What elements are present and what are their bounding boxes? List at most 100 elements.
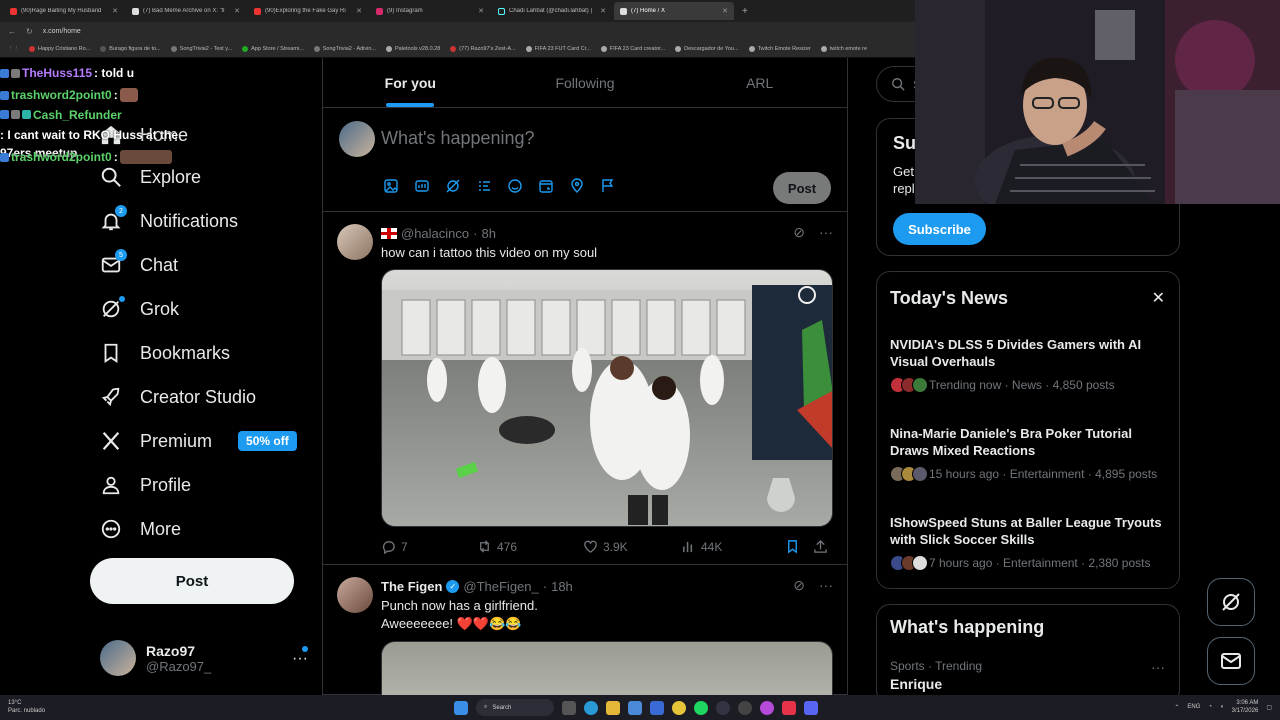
news-item[interactable]: NVIDIA's DLSS 5 Divides Gamers with AI V…	[890, 336, 1170, 393]
avatar[interactable]	[337, 224, 373, 260]
bookmark-item[interactable]: Twitch Emote Resizer	[748, 45, 811, 52]
grok-fab[interactable]	[1207, 578, 1255, 626]
back-icon[interactable]: ←	[8, 27, 16, 36]
obs-icon[interactable]	[738, 700, 752, 715]
taskbar-search[interactable]: ⌕ Search	[476, 699, 554, 716]
music-icon[interactable]	[782, 700, 796, 715]
reload-icon[interactable]: ↻	[26, 27, 33, 36]
more-horizontal-icon[interactable]: ···	[1151, 659, 1165, 675]
gif-icon[interactable]	[414, 178, 430, 194]
tweet-handle[interactable]: @TheFigen_	[463, 579, 538, 594]
chrome-icon[interactable]	[672, 700, 686, 715]
weather-widget[interactable]: 13°C Parc. nublado	[8, 699, 45, 715]
url-field[interactable]: x.com/home	[43, 28, 81, 35]
reply-button[interactable]: 7	[381, 539, 477, 554]
tweet-time[interactable]: 8h	[481, 226, 495, 241]
edge-icon[interactable]	[584, 700, 598, 715]
bookmark-item[interactable]: twitch emote re	[820, 45, 867, 52]
browser-tab[interactable]: (90)Rage Baiting My Husband ✕	[4, 2, 124, 20]
repost-button[interactable]: 476	[477, 539, 583, 554]
nav-grok[interactable]: Grok	[100, 294, 179, 324]
more-horizontal-icon[interactable]: ···	[819, 577, 833, 594]
bookmark-item[interactable]: FIFA 23 Card creator...	[600, 45, 665, 52]
compose-post-button[interactable]: Post	[773, 172, 831, 204]
flag-icon[interactable]	[600, 178, 616, 194]
grok-icon[interactable]	[445, 178, 461, 194]
bookmark-item[interactable]: Descargador de You...	[675, 45, 739, 52]
messages-fab[interactable]	[1207, 637, 1255, 685]
tab-following[interactable]: Following	[498, 58, 673, 107]
browser-tab[interactable]: (9) Instagram ✕	[370, 2, 490, 20]
windows-start-icon[interactable]	[454, 700, 468, 715]
bookmark-item[interactable]: App Store / Streami...	[242, 45, 304, 52]
steam-icon[interactable]	[716, 700, 730, 715]
file-explorer-icon[interactable]	[606, 700, 620, 715]
spotify-icon[interactable]	[694, 700, 708, 715]
store-icon[interactable]	[650, 700, 664, 715]
bookmark-item[interactable]: SongTrivia2 - Adivin...	[313, 45, 376, 52]
nav-notifications[interactable]: 2 Notifications	[100, 205, 238, 236]
nav-more[interactable]: More	[100, 514, 181, 544]
image-icon[interactable]	[383, 178, 399, 194]
grok-icon[interactable]: ⊘	[793, 577, 805, 594]
discord-icon[interactable]	[804, 700, 818, 715]
bookmark-button[interactable]	[785, 539, 813, 554]
language-indicator[interactable]: ENG	[1187, 704, 1200, 710]
grok-icon[interactable]: ⊘	[793, 224, 805, 241]
bookmark-item[interactable]: FIFA 23 FUT Card Cr...	[525, 45, 591, 52]
poll-icon[interactable]	[476, 178, 492, 194]
news-item[interactable]: IShowSpeed Stuns at Baller League Tryout…	[890, 514, 1170, 571]
bookmark-item[interactable]: (77) Razo97's Zest-A...	[450, 45, 516, 52]
account-switcher[interactable]: Razo97 @Razo97_ ···	[100, 638, 310, 678]
close-icon[interactable]: ✕	[722, 7, 728, 15]
clock[interactable]: 3:06 AM 3/17/2026	[1232, 699, 1259, 715]
tweet-video[interactable]	[381, 269, 833, 527]
tweet[interactable]: The Figen ✓ @TheFigen_ · 18h ⊘ ··· Punch…	[323, 565, 847, 701]
close-icon[interactable]: ✕	[356, 7, 362, 15]
nav-bookmarks[interactable]: Bookmarks	[100, 338, 230, 368]
apps-icon[interactable]: ⋮⋮	[8, 46, 19, 52]
share-button[interactable]	[813, 539, 833, 554]
browser-tab[interactable]: Chadi Lahbat (@chadi.lahbat) | ✕	[492, 2, 612, 20]
tweet-image[interactable]	[381, 641, 833, 701]
close-icon[interactable]: ✕	[600, 7, 606, 15]
bookmark-item[interactable]: Happy Cristiano Ro...	[29, 45, 90, 52]
nav-chat[interactable]: 5 Chat	[100, 249, 178, 280]
photos-icon[interactable]	[628, 700, 642, 715]
trend-name[interactable]: Enrique	[890, 676, 942, 692]
location-icon[interactable]	[569, 178, 585, 194]
bookmark-item[interactable]: Paletools v28.0.28	[386, 45, 440, 52]
browser-tab-active[interactable]: (7) Home / X ✕	[614, 2, 734, 20]
notifications-icon[interactable]: ▢	[1266, 704, 1272, 711]
task-view-icon[interactable]	[562, 700, 576, 715]
avatar[interactable]	[337, 577, 373, 613]
schedule-icon[interactable]	[538, 178, 554, 194]
tab-arl[interactable]: ARL	[672, 58, 847, 107]
news-item[interactable]: Nina-Marie Daniele's Bra Poker Tutorial …	[890, 425, 1170, 482]
tweet[interactable]: @halacinco · 8h ⊘ ··· how can i tattoo t…	[323, 212, 847, 565]
emoji-icon[interactable]	[507, 178, 523, 194]
browser-tab[interactable]: (7) Bad Meme Archive on X: "ll ✕	[126, 2, 246, 20]
messenger-icon[interactable]	[760, 700, 774, 715]
subscribe-button[interactable]: Subscribe	[893, 213, 986, 245]
nav-premium[interactable]: Premium 50% off	[100, 426, 297, 456]
close-icon[interactable]: ✕	[1152, 288, 1165, 308]
chevron-up-icon[interactable]: ⌃	[1174, 704, 1179, 711]
tweet-handle[interactable]: @halacinco	[401, 226, 469, 241]
new-tab-button[interactable]: +	[736, 6, 754, 17]
close-icon[interactable]: ✕	[234, 7, 240, 15]
close-icon[interactable]: ✕	[112, 7, 118, 15]
more-horizontal-icon[interactable]: ···	[819, 224, 833, 241]
tweet-author-name[interactable]: The Figen	[381, 579, 442, 594]
nav-creator-studio[interactable]: Creator Studio	[100, 382, 256, 412]
tab-for-you[interactable]: For you	[323, 58, 498, 107]
like-button[interactable]: 3.9K	[583, 539, 681, 554]
bookmark-item[interactable]: Burago figura de to...	[100, 45, 161, 52]
more-horizontal-icon[interactable]: ···	[292, 650, 308, 668]
wifi-icon[interactable]: ◔	[1208, 704, 1212, 710]
close-icon[interactable]: ✕	[478, 7, 484, 15]
views-button[interactable]: 44K	[681, 539, 785, 554]
browser-tab[interactable]: (90)Exploring the Fake Gay Ri ✕	[248, 2, 368, 20]
tweet-time[interactable]: 18h	[551, 579, 573, 594]
compose-input[interactable]: What's happening?	[381, 128, 535, 149]
